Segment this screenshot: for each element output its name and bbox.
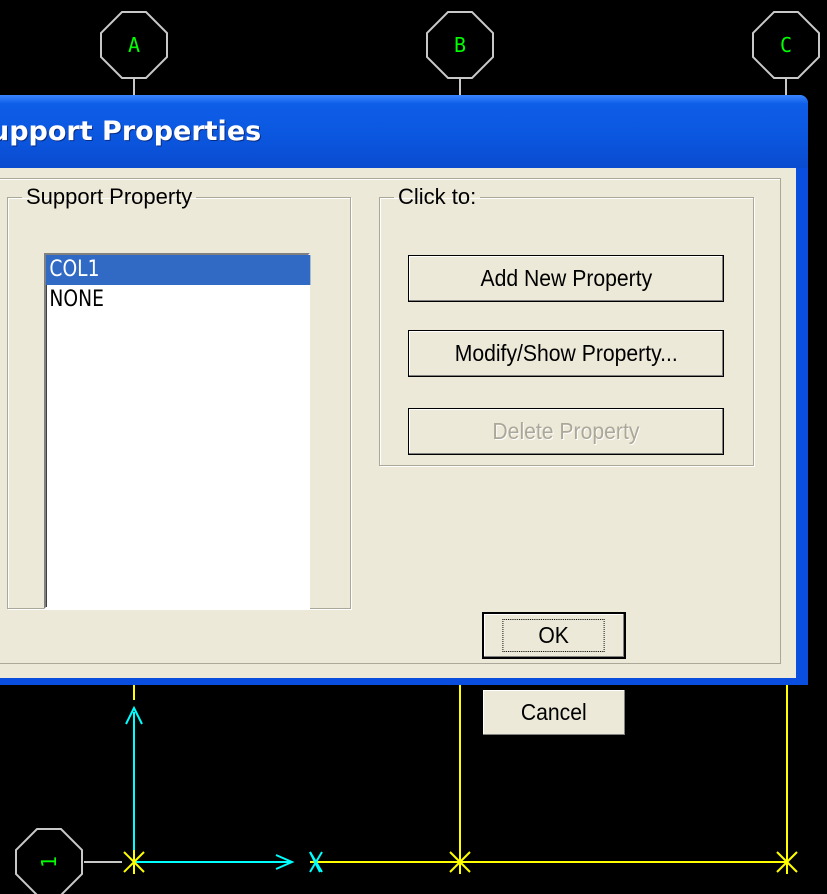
dialog-titlebar[interactable]: upport Properties xyxy=(0,95,808,168)
support-property-group: Support Property COL1 NONE xyxy=(7,184,351,609)
add-new-property-button[interactable]: Add New Property xyxy=(408,255,724,302)
click-to-legend: Click to: xyxy=(398,184,477,209)
grid-bubble-b[interactable]: B xyxy=(426,11,494,79)
ok-label: OK xyxy=(502,619,606,652)
support-property-listbox[interactable]: COL1 NONE xyxy=(44,253,310,609)
support-properties-dialog: upport Properties Support Property COL1 … xyxy=(0,95,808,736)
grid-bubble-c[interactable]: C xyxy=(752,11,820,79)
cancel-label: Cancel xyxy=(521,699,587,725)
dialog-body: Support Property COL1 NONE Click to: Add… xyxy=(0,168,796,736)
svg-text:A: A xyxy=(128,33,140,57)
dialog-title: upport Properties xyxy=(0,116,262,147)
grid-bubble-1[interactable]: 1 xyxy=(15,828,83,894)
add-new-property-label: Add New Property xyxy=(480,265,652,291)
support-property-legend: Support Property xyxy=(26,184,193,209)
list-item-none[interactable]: NONE xyxy=(46,285,310,315)
delete-property-button[interactable]: Delete Property xyxy=(408,408,724,455)
cancel-button[interactable]: Cancel xyxy=(482,689,626,736)
grid-bubble-a[interactable]: A xyxy=(100,11,168,79)
coordinate-axes xyxy=(125,705,323,873)
svg-text:C: C xyxy=(780,33,792,57)
svg-text:1: 1 xyxy=(37,856,61,868)
delete-property-label: Delete Property xyxy=(492,418,640,444)
dialog-inner-frame: Support Property COL1 NONE Click to: Add… xyxy=(0,178,781,736)
svg-text:B: B xyxy=(454,33,466,57)
ok-button[interactable]: OK xyxy=(482,612,626,659)
modify-show-property-label: Modify/Show Property... xyxy=(454,340,678,366)
list-item-col1[interactable]: COL1 xyxy=(46,255,310,285)
modify-show-property-button[interactable]: Modify/Show Property... xyxy=(408,330,724,377)
click-to-group: Click to: Add New Property Modify/Show P… xyxy=(379,184,754,466)
